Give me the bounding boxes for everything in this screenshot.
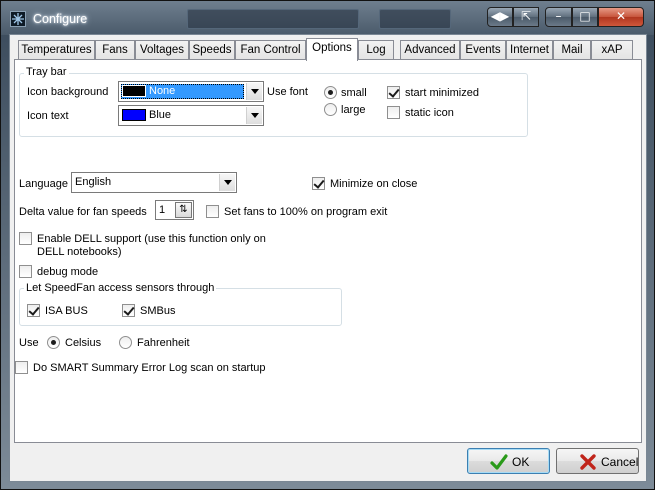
tab-fans[interactable]: Fans	[95, 40, 135, 60]
ok-button[interactable]: OK	[467, 448, 550, 474]
dell-support-checkbox[interactable]	[19, 232, 32, 245]
spin-arrows-icon[interactable]: ⇅	[175, 202, 192, 218]
celsius-radio[interactable]	[47, 336, 60, 349]
tab-voltages[interactable]: Voltages	[135, 40, 189, 60]
tab-xap[interactable]: xAP	[591, 40, 633, 60]
dell-support-label: Enable DELL support (use this function o…	[37, 233, 266, 245]
tab-internet[interactable]: Internet	[506, 40, 553, 60]
tray-bar-title: Tray bar	[24, 66, 69, 78]
close-button[interactable]: ✕	[598, 7, 644, 27]
debug-mode-label: debug mode	[37, 266, 99, 278]
options-page: Tray bar Icon background None Use font s…	[14, 59, 642, 443]
icon-background-value: None	[149, 85, 176, 97]
chevron-down-icon[interactable]	[246, 107, 262, 124]
tab-options[interactable]: Options	[306, 38, 358, 61]
static-icon-checkbox[interactable]	[387, 106, 400, 119]
font-large-radio[interactable]	[324, 103, 337, 116]
use-units-label: Use	[19, 337, 39, 349]
debug-mode-checkbox[interactable]	[19, 265, 32, 278]
nav-arrows-button[interactable]: ◀▶	[487, 7, 513, 27]
tab-events[interactable]: Events	[460, 40, 506, 60]
color-swatch	[122, 109, 146, 121]
font-large-label: large	[341, 104, 366, 116]
fahrenheit-radio[interactable]	[119, 336, 132, 349]
configure-window: Configure ◀▶ ⇱ – □ ✕ Temperatures Fans V…	[0, 0, 655, 490]
icon-background-select[interactable]: None	[118, 81, 264, 102]
chevron-down-icon[interactable]	[219, 174, 235, 191]
snap-button[interactable]: ⇱	[513, 7, 539, 27]
fans-100-checkbox[interactable]	[206, 205, 219, 218]
cancel-x-icon	[580, 454, 596, 470]
smart-scan-label: Do SMART Summary Error Log scan on start…	[33, 362, 266, 374]
title-bar[interactable]: Configure ◀▶ ⇱ – □ ✕	[1, 1, 654, 35]
tray-bar-group	[19, 73, 528, 137]
dialog-client-area: Temperatures Fans Voltages Speeds Fan Co…	[9, 34, 647, 482]
dell-support-label-line2: DELL notebooks)	[37, 246, 122, 258]
language-label: Language	[19, 178, 68, 190]
icon-text-select[interactable]: Blue	[118, 105, 264, 126]
tab-advanced[interactable]: Advanced	[400, 40, 460, 60]
color-swatch	[122, 85, 146, 97]
ok-label: OK	[512, 455, 530, 469]
icon-background-label: Icon background	[27, 86, 109, 98]
isa-bus-label: ISA BUS	[45, 305, 88, 317]
tab-mail[interactable]: Mail	[553, 40, 591, 60]
ghost-titlebar-area	[187, 9, 359, 29]
window-title: Configure	[33, 12, 88, 26]
icon-text-label: Icon text	[27, 110, 69, 122]
fans-100-label: Set fans to 100% on program exit	[224, 206, 388, 218]
delta-spinner[interactable]: 1 ⇅	[155, 200, 194, 220]
icon-text-value: Blue	[149, 109, 172, 121]
minimize-on-close-checkbox[interactable]	[312, 177, 325, 190]
fahrenheit-label: Fahrenheit	[137, 337, 190, 349]
start-minimized-label: start minimized	[405, 87, 479, 99]
maximize-button[interactable]: □	[572, 7, 598, 27]
tab-speeds[interactable]: Speeds	[189, 40, 235, 60]
delta-value: 1	[159, 204, 166, 216]
smart-scan-checkbox[interactable]	[15, 361, 28, 374]
use-font-label: Use font	[267, 86, 308, 98]
font-small-radio[interactable]	[324, 86, 337, 99]
font-small-label: small	[341, 87, 367, 99]
cancel-label: Cancel	[601, 455, 639, 469]
smbus-checkbox[interactable]	[122, 304, 135, 317]
cancel-button[interactable]: Cancel	[556, 448, 639, 474]
start-minimized-checkbox[interactable]	[387, 86, 400, 99]
sensors-group-title: Let SpeedFan access sensors through	[24, 282, 217, 294]
tab-fan-control[interactable]: Fan Control	[235, 40, 306, 60]
app-icon	[10, 11, 26, 27]
minimize-button[interactable]: –	[545, 7, 572, 27]
celsius-label: Celsius	[65, 337, 102, 349]
isa-bus-checkbox[interactable]	[27, 304, 40, 317]
static-icon-label: static icon	[405, 107, 454, 119]
language-value: English	[75, 176, 112, 188]
language-select[interactable]: English	[71, 172, 237, 193]
tab-log[interactable]: Log	[358, 40, 394, 60]
checkmark-icon	[490, 454, 508, 470]
minimize-on-close-label: Minimize on close	[330, 178, 418, 190]
chevron-down-icon[interactable]	[246, 83, 262, 100]
delta-label: Delta value for fan speeds	[19, 206, 147, 218]
tab-temperatures[interactable]: Temperatures	[18, 40, 95, 60]
ghost-titlebar-area	[379, 9, 451, 29]
smbus-label: SMBus	[140, 305, 176, 317]
